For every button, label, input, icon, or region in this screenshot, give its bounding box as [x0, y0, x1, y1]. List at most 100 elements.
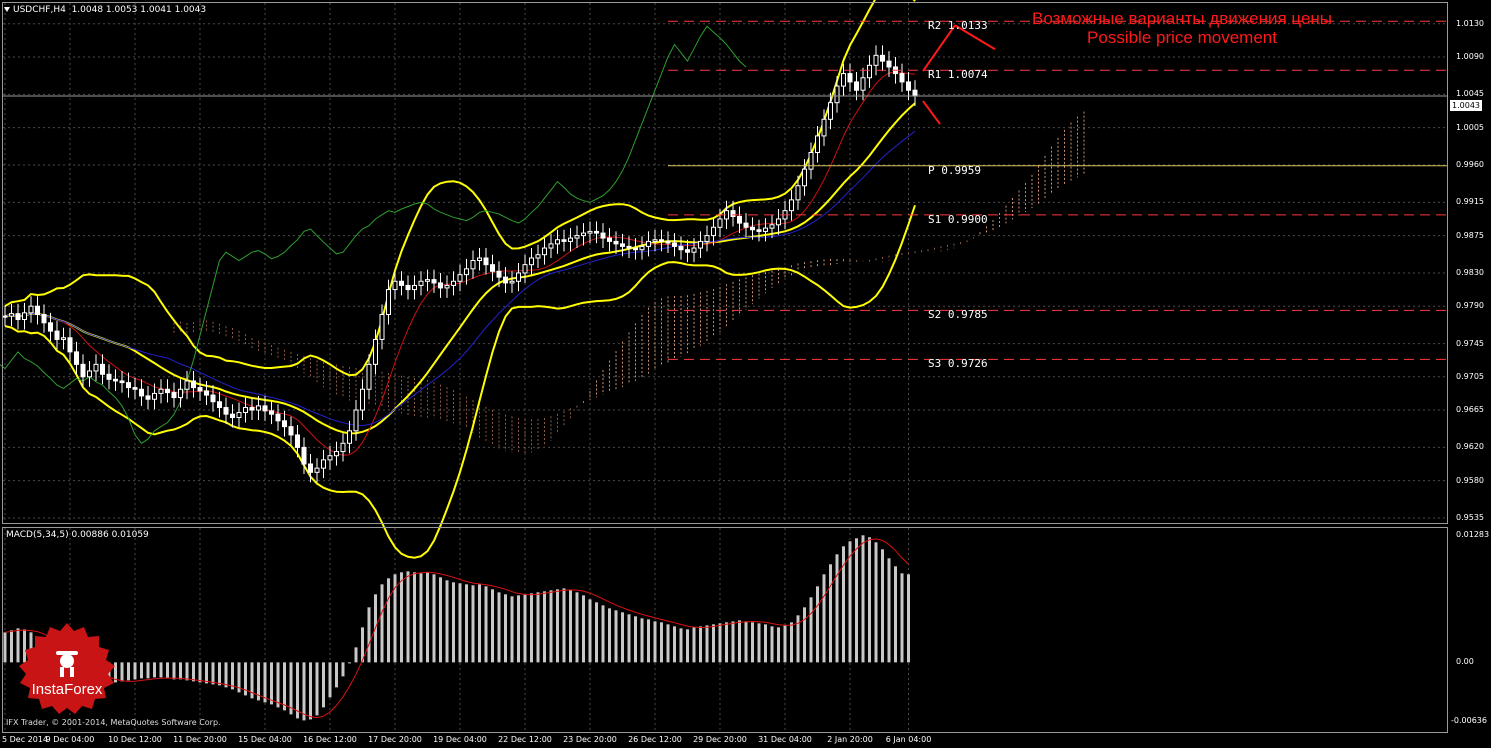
- candle-body-93: [607, 237, 612, 242]
- macd-bar-93: [608, 608, 611, 663]
- candle-body-17: [113, 378, 118, 382]
- candle-body-74: [483, 257, 489, 266]
- dropdown-arrow-icon[interactable]: [4, 7, 10, 12]
- candle-body-45: [295, 434, 300, 448]
- candle-body-119: [776, 218, 781, 226]
- macd-bar-92: [601, 605, 605, 663]
- candle-body-36: [236, 412, 242, 419]
- candle-body-109: [711, 226, 716, 237]
- macd-bar-87: [569, 590, 572, 663]
- x-tick-label: 26 Dec 12:00: [628, 735, 682, 744]
- macd-bar-114: [744, 621, 748, 663]
- macd-bar-132: [861, 535, 865, 663]
- candle-body-100: [652, 239, 658, 242]
- candle-body-26: [171, 392, 177, 399]
- candle-body-52: [340, 442, 346, 453]
- x-tick-label: 9 Dec 04:00: [45, 735, 95, 744]
- chart-window[interactable]: USDCHF,H4 1.0048 1.0053 1.0041 1.0043 Во…: [0, 0, 1491, 748]
- candle-body-51: [334, 451, 339, 457]
- candle-body-131: [854, 81, 859, 91]
- macd-bar-101: [660, 622, 663, 663]
- candle-body-90: [587, 230, 593, 234]
- candle-body-32: [210, 394, 216, 403]
- y-tick-label: 0.9960: [1456, 159, 1484, 169]
- candle-body-82: [535, 254, 541, 259]
- macd-bar-71: [465, 584, 468, 663]
- macd-bar-61: [400, 572, 403, 663]
- macd-bar-80: [523, 594, 527, 663]
- macd-bar-48: [315, 662, 319, 716]
- candle-body-30: [197, 387, 203, 392]
- candle-body-8: [54, 330, 60, 340]
- macd-bar-40: [263, 662, 267, 703]
- candle-body-25: [165, 388, 170, 394]
- candle-body-114: [743, 222, 749, 228]
- y-tick-label: 0.9915: [1456, 197, 1484, 207]
- macd-bar-97: [634, 616, 637, 663]
- macd-bar-130: [848, 541, 852, 663]
- candle-body-56: [366, 363, 372, 390]
- candle-body-84: [548, 243, 554, 249]
- macd-bar-64: [419, 573, 423, 663]
- macd-bar-105: [686, 629, 689, 663]
- macd-bar-62: [406, 571, 410, 663]
- macd-bar-136: [887, 558, 891, 663]
- macd-bar-49: [322, 662, 325, 708]
- y-tick-label: 0.9875: [1456, 230, 1484, 240]
- macd-bar-46: [302, 662, 306, 721]
- macd-bar-58: [380, 584, 384, 663]
- macd-bar-21: [140, 662, 143, 679]
- macd-bar-75: [491, 589, 494, 663]
- candle-body-81: [529, 257, 534, 266]
- candle-body-41: [269, 410, 274, 415]
- price-chart[interactable]: [0, 0, 1491, 748]
- y-tick-label: 0.9535: [1456, 513, 1484, 523]
- candle-body-50: [327, 455, 333, 461]
- candle-body-134: [873, 54, 879, 66]
- candle-body-106: [691, 247, 697, 253]
- candle-body-77: [503, 276, 508, 284]
- ohlc-values: 1.0048 1.0053 1.0041 1.0043: [71, 5, 207, 15]
- candle-body-113: [737, 215, 742, 224]
- candle-body-0: [2, 315, 8, 318]
- candle-body-38: [249, 407, 255, 411]
- macd-bar-52: [341, 662, 345, 677]
- macd-bar-133: [868, 537, 871, 663]
- candle-body-19: [126, 382, 131, 389]
- current-price-tag: 1.0043: [1450, 100, 1482, 111]
- macd-bar-103: [673, 626, 676, 663]
- candle-body-3: [22, 312, 27, 320]
- candle-body-91: [594, 230, 599, 234]
- macd-bar-96: [627, 614, 631, 663]
- y-tick-label: 0.9705: [1456, 371, 1484, 381]
- macd-bar-54: [354, 647, 358, 663]
- x-tick-label: 2 Jan 20:00: [827, 735, 873, 744]
- candle-body-68: [444, 284, 450, 289]
- macd-bar-68: [445, 580, 449, 663]
- candle-body-121: [789, 199, 794, 212]
- macd-bar-89: [582, 595, 585, 663]
- candle-body-125: [815, 135, 820, 154]
- macd-bar-22: [146, 662, 150, 679]
- macd-bar-125: [816, 586, 819, 663]
- macd-bar-34: [224, 662, 228, 688]
- macd-bar-82: [536, 592, 540, 663]
- macd-bar-25: [166, 662, 169, 679]
- macd-bar-26: [172, 662, 176, 680]
- macd-bar-128: [835, 554, 839, 663]
- macd-bar-90: [588, 599, 592, 663]
- candle-body-102: [665, 240, 671, 244]
- candle-body-88: [574, 235, 580, 239]
- candle-body-72: [470, 260, 476, 270]
- candle-body-48: [314, 467, 320, 473]
- macd-bar-47: [309, 662, 312, 720]
- macd-bar-138: [900, 573, 904, 663]
- y-tick-label: 0.9580: [1456, 475, 1484, 485]
- candle-body-108: [704, 235, 710, 242]
- x-tick-label: 15 Dec 04:00: [238, 735, 292, 744]
- candle-body-86: [561, 239, 567, 242]
- candle-body-47: [308, 463, 313, 473]
- x-tick-label: 11 Dec 20:00: [173, 735, 227, 744]
- macd-bar-67: [439, 577, 442, 663]
- candle-body-140: [912, 89, 918, 97]
